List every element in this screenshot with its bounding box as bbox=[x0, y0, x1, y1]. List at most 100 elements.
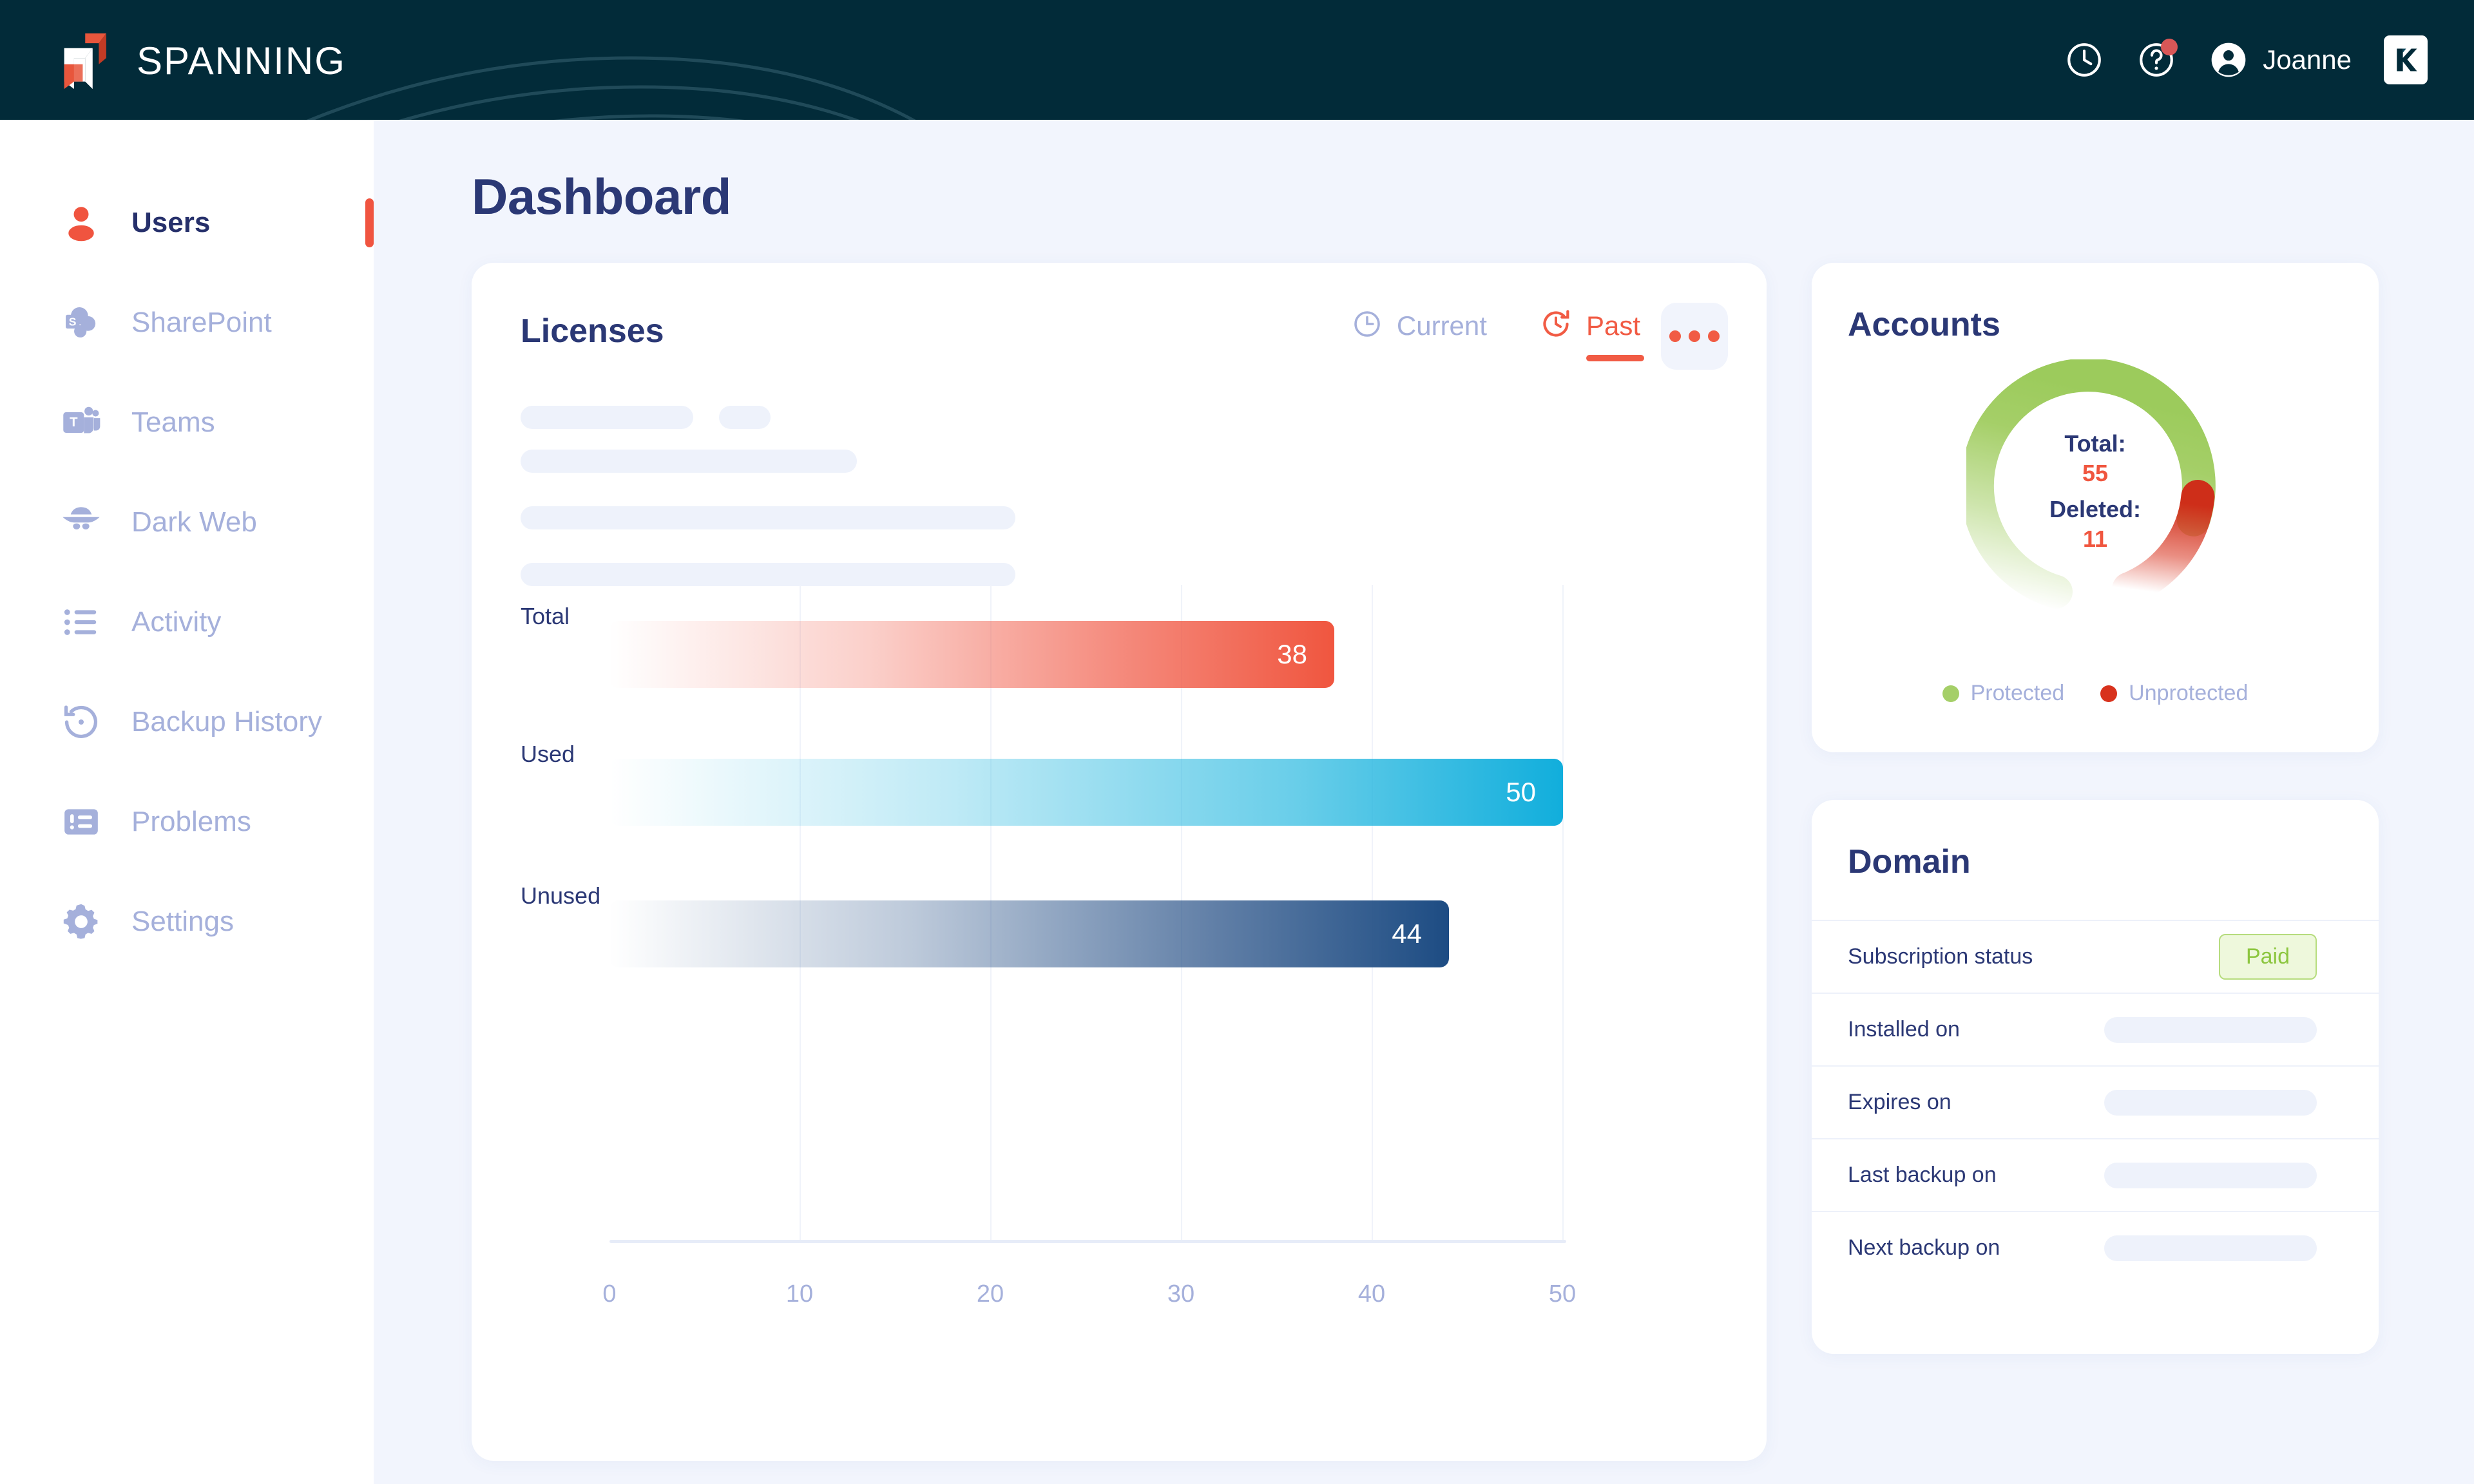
gridline bbox=[1562, 585, 1564, 1242]
domain-rows: Subscription status Paid Installed on Ex… bbox=[1812, 920, 2379, 1284]
tab-past-label: Past bbox=[1586, 310, 1640, 341]
donut-total-label: Total: bbox=[2064, 430, 2126, 457]
sidebar-item-label: Dark Web bbox=[131, 506, 257, 538]
sidebar-item-label: SharePoint bbox=[131, 307, 272, 338]
tab-current[interactable]: Current bbox=[1352, 309, 1487, 361]
sidebar-item-activity[interactable]: Activity bbox=[0, 590, 374, 654]
sidebar-item-sharepoint[interactable]: S SharePoint bbox=[0, 290, 374, 355]
skeleton-bar bbox=[521, 450, 857, 473]
tab-active-underline bbox=[1586, 355, 1644, 361]
status-badge: Paid bbox=[2218, 934, 2317, 980]
user-name: Joanne bbox=[2263, 44, 2352, 75]
sidebar-item-label: Users bbox=[131, 207, 211, 238]
legend-item-unprotected: Unprotected bbox=[2100, 681, 2248, 706]
licenses-card-title: Licenses bbox=[521, 312, 664, 350]
active-indicator bbox=[365, 198, 374, 247]
skeleton-value bbox=[2104, 1235, 2317, 1261]
chart-x-axis: 0 10 20 30 40 50 bbox=[602, 1280, 1576, 1319]
skeleton-bar bbox=[719, 406, 771, 429]
row-label: Subscription status bbox=[1848, 944, 2033, 969]
bar-used[interactable]: 50 bbox=[609, 759, 1563, 826]
skeleton-row bbox=[521, 450, 1100, 473]
dark-web-icon bbox=[58, 499, 104, 546]
alert-panel-icon bbox=[58, 799, 104, 845]
x-tick-label: 40 bbox=[1357, 1280, 1386, 1308]
accounts-legend: Protected Unprotected bbox=[1812, 681, 2379, 706]
x-tick-label: 20 bbox=[976, 1280, 1004, 1308]
skeleton-row bbox=[521, 406, 1100, 429]
top-bar: SPANNING Joanne bbox=[0, 0, 2474, 120]
teams-icon: T bbox=[58, 399, 104, 446]
accounts-donut-chart: Total: 55 Deleted: 11 bbox=[1812, 359, 2379, 630]
bar-value-unused: 44 bbox=[1392, 918, 1422, 949]
sidebar: Users S SharePoint T Teams Dark Web Acti… bbox=[0, 120, 374, 1484]
sidebar-item-teams[interactable]: T Teams bbox=[0, 390, 374, 455]
table-row: Subscription status Paid bbox=[1812, 920, 2379, 993]
bar-category-total: Total bbox=[521, 603, 570, 629]
chart-plot-area: 38 50 44 bbox=[609, 585, 1566, 1243]
legend-item-protected: Protected bbox=[1942, 681, 2065, 706]
skeleton-value bbox=[2104, 1162, 2317, 1188]
brand-logo[interactable]: SPANNING bbox=[58, 30, 346, 91]
domain-card: Domain Subscription status Paid Installe… bbox=[1812, 800, 2379, 1354]
chart-baseline bbox=[609, 1240, 1566, 1243]
licenses-skeleton-block bbox=[521, 406, 1100, 607]
row-label: Next backup on bbox=[1848, 1235, 2000, 1260]
restore-clock-icon bbox=[58, 699, 104, 745]
skeleton-value bbox=[2104, 1016, 2317, 1043]
clock-rotate-icon bbox=[1540, 308, 1572, 343]
bar-category-used: Used bbox=[521, 741, 575, 767]
tab-past[interactable]: Past bbox=[1540, 308, 1644, 361]
app-root: SPANNING Joanne Users S SharePoint T Tea… bbox=[0, 0, 2474, 1484]
sidebar-item-backup-history[interactable]: Backup History bbox=[0, 690, 374, 754]
svg-text:T: T bbox=[70, 415, 78, 430]
sidebar-item-label: Activity bbox=[131, 606, 222, 638]
donut-total-value: 55 bbox=[2082, 460, 2109, 486]
legend-label: Unprotected bbox=[2129, 681, 2249, 705]
kaseya-k-logo[interactable] bbox=[2384, 35, 2428, 84]
sidebar-nav: Users S SharePoint T Teams Dark Web Acti… bbox=[0, 120, 374, 954]
avatar bbox=[2209, 40, 2249, 80]
skeleton-row bbox=[521, 506, 1100, 529]
sidebar-item-dark-web[interactable]: Dark Web bbox=[0, 490, 374, 555]
page-title: Dashboard bbox=[472, 168, 731, 225]
help-circle-icon[interactable] bbox=[2136, 39, 2178, 80]
list-icon bbox=[58, 599, 104, 645]
legend-swatch-red bbox=[2100, 685, 2118, 702]
domain-card-title: Domain bbox=[1848, 843, 1971, 880]
accounts-card: Accounts Total: 55 Deleted: 11 Protected… bbox=[1812, 263, 2379, 752]
sidebar-item-label: Teams bbox=[131, 406, 215, 438]
sharepoint-icon: S bbox=[58, 300, 104, 346]
legend-swatch-green bbox=[1942, 685, 1959, 702]
bar-value-used: 50 bbox=[1506, 777, 1536, 807]
bar-total[interactable]: 38 bbox=[609, 621, 1334, 688]
sidebar-item-settings[interactable]: Settings bbox=[0, 889, 374, 954]
x-tick-label: 50 bbox=[1548, 1280, 1577, 1308]
licenses-card: Licenses Current Past 38 50 44 Total Use… bbox=[472, 263, 1767, 1461]
skeleton-row bbox=[521, 563, 1100, 586]
bar-value-total: 38 bbox=[1277, 639, 1307, 669]
sidebar-item-label: Settings bbox=[131, 906, 234, 937]
table-row: Expires on bbox=[1812, 1065, 2379, 1138]
sidebar-item-problems[interactable]: Problems bbox=[0, 790, 374, 854]
x-tick-label: 10 bbox=[785, 1280, 814, 1308]
table-row: Next backup on bbox=[1812, 1211, 2379, 1284]
sidebar-item-label: Problems bbox=[131, 806, 251, 837]
clock-icon bbox=[1352, 309, 1383, 343]
skeleton-value bbox=[2104, 1089, 2317, 1116]
donut-deleted-value: 11 bbox=[2082, 526, 2108, 552]
gear-icon bbox=[58, 899, 104, 945]
donut-center-text: Total: 55 Deleted: 11 bbox=[1812, 359, 2379, 630]
bar-unused[interactable]: 44 bbox=[609, 900, 1449, 967]
donut-deleted-label: Deleted: bbox=[2049, 496, 2142, 522]
sidebar-item-users[interactable]: Users bbox=[0, 191, 374, 255]
user-menu[interactable]: Joanne bbox=[2209, 40, 2352, 80]
skeleton-bar bbox=[521, 406, 693, 429]
row-label: Last backup on bbox=[1848, 1163, 1997, 1187]
sidebar-item-label: Backup History bbox=[131, 706, 322, 737]
ellipsis-icon[interactable] bbox=[1661, 303, 1728, 370]
legend-label: Protected bbox=[1970, 681, 2065, 705]
brand-name: SPANNING bbox=[137, 39, 346, 82]
svg-text:S: S bbox=[69, 315, 77, 328]
clock-icon[interactable] bbox=[2064, 40, 2104, 80]
